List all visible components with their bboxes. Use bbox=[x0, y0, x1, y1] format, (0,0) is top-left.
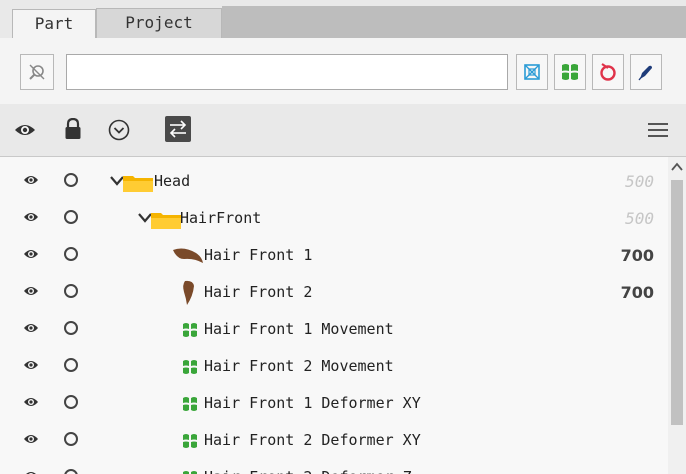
warp-deformer-icon bbox=[183, 471, 197, 474]
row-label: Hair Front 1 Movement bbox=[204, 320, 394, 338]
row-label: Hair Front 1 Deformer XY bbox=[204, 394, 421, 412]
tree-row-hair-front-2-deformer-xy[interactable]: Hair Front 2 Deformer XY bbox=[0, 422, 668, 459]
folder-icon bbox=[151, 213, 181, 229]
eye-icon[interactable] bbox=[23, 358, 39, 372]
search-clear-button[interactable] bbox=[20, 54, 54, 90]
art-mesh-filter-icon bbox=[524, 64, 540, 80]
tree-row-hair-front-2-deformer-z[interactable]: Hair Front 2 Deformer Z bbox=[0, 459, 668, 474]
rotation-deformer-filter-icon bbox=[600, 63, 616, 81]
select-radio[interactable] bbox=[64, 284, 78, 298]
select-radio[interactable] bbox=[64, 173, 78, 187]
chevron-down-icon[interactable] bbox=[110, 176, 124, 186]
lock-icon[interactable] bbox=[64, 118, 82, 140]
search-input[interactable] bbox=[66, 54, 508, 90]
row-label: HairFront bbox=[180, 209, 262, 227]
hamburger-menu-icon[interactable] bbox=[648, 122, 668, 138]
hair-mesh-icon bbox=[183, 280, 194, 305]
warp-deformer-icon bbox=[183, 434, 197, 448]
tree-row-hair-front-2[interactable]: Hair Front 2 700 bbox=[0, 274, 668, 311]
tree-row-hair-front-1-deformer-xy[interactable]: Hair Front 1 Deformer XY bbox=[0, 385, 668, 422]
parts-tree: Head 500 HairFront 500 Hair Front 1 700 … bbox=[0, 157, 686, 474]
row-label: Hair Front 2 Movement bbox=[204, 357, 394, 375]
tree-row-head[interactable]: Head 500 bbox=[0, 163, 668, 200]
select-radio[interactable] bbox=[64, 395, 78, 409]
row-label: Hair Front 2 bbox=[204, 283, 313, 301]
select-radio[interactable] bbox=[64, 432, 78, 446]
warp-deformer-icon bbox=[183, 397, 197, 411]
eye-icon[interactable] bbox=[23, 321, 39, 335]
select-radio[interactable] bbox=[64, 321, 78, 335]
eye-icon[interactable] bbox=[23, 210, 39, 224]
select-radio[interactable] bbox=[64, 469, 78, 474]
chevron-down-icon[interactable] bbox=[138, 213, 152, 223]
search-off-icon bbox=[29, 64, 45, 80]
row-label: Hair Front 1 bbox=[204, 246, 313, 264]
eye-icon[interactable] bbox=[23, 247, 39, 261]
tab-project[interactable]: Project bbox=[96, 8, 222, 38]
warp-deformer-icon bbox=[183, 360, 197, 374]
folder-icon bbox=[123, 176, 153, 192]
draw-order-value: 700 bbox=[620, 283, 654, 302]
select-radio[interactable] bbox=[64, 247, 78, 261]
tab-strip-background bbox=[222, 6, 686, 38]
select-radio[interactable] bbox=[64, 358, 78, 372]
parts-toolbar bbox=[0, 104, 686, 157]
scrollbar-thumb[interactable] bbox=[671, 180, 683, 425]
glue-button[interactable] bbox=[630, 54, 662, 90]
tree-row-hairfront[interactable]: HairFront 500 bbox=[0, 200, 668, 237]
eye-icon[interactable] bbox=[23, 469, 39, 474]
eye-icon[interactable] bbox=[23, 432, 39, 446]
hair-mesh-icon bbox=[173, 248, 203, 263]
filter-art-mesh-button[interactable] bbox=[516, 54, 548, 90]
tab-part[interactable]: Part bbox=[12, 9, 96, 38]
tree-row-hair-front-2-movement[interactable]: Hair Front 2 Movement bbox=[0, 348, 668, 385]
eye-icon[interactable] bbox=[23, 173, 39, 187]
draw-order-value: 500 bbox=[625, 209, 654, 228]
draw-order-value: 700 bbox=[620, 246, 654, 265]
eye-icon[interactable] bbox=[23, 395, 39, 409]
glue-pen-icon bbox=[638, 65, 652, 81]
collapse-circle-chevron-icon[interactable] bbox=[108, 119, 130, 141]
draw-order-value: 500 bbox=[625, 172, 654, 191]
row-label: Hair Front 2 Deformer Z bbox=[204, 459, 412, 474]
warp-deformer-filter-icon bbox=[562, 64, 578, 80]
filter-warp-deformer-button[interactable] bbox=[554, 54, 586, 90]
tab-bar: Part Project bbox=[0, 0, 686, 38]
row-label: Hair Front 2 Deformer XY bbox=[204, 431, 421, 449]
scroll-up-arrow-icon[interactable] bbox=[670, 162, 684, 172]
filter-rotation-deformer-button[interactable] bbox=[592, 54, 624, 90]
row-label: Head bbox=[154, 172, 191, 190]
warp-deformer-icon bbox=[183, 323, 197, 337]
visibility-eye-icon[interactable] bbox=[14, 121, 36, 139]
select-radio[interactable] bbox=[64, 210, 78, 224]
eye-icon[interactable] bbox=[23, 284, 39, 298]
tree-row-hair-front-1-movement[interactable]: Hair Front 1 Movement bbox=[0, 311, 668, 348]
swap-arrows-icon[interactable] bbox=[165, 116, 191, 142]
tree-row-hair-front-1[interactable]: Hair Front 1 700 bbox=[0, 237, 668, 274]
